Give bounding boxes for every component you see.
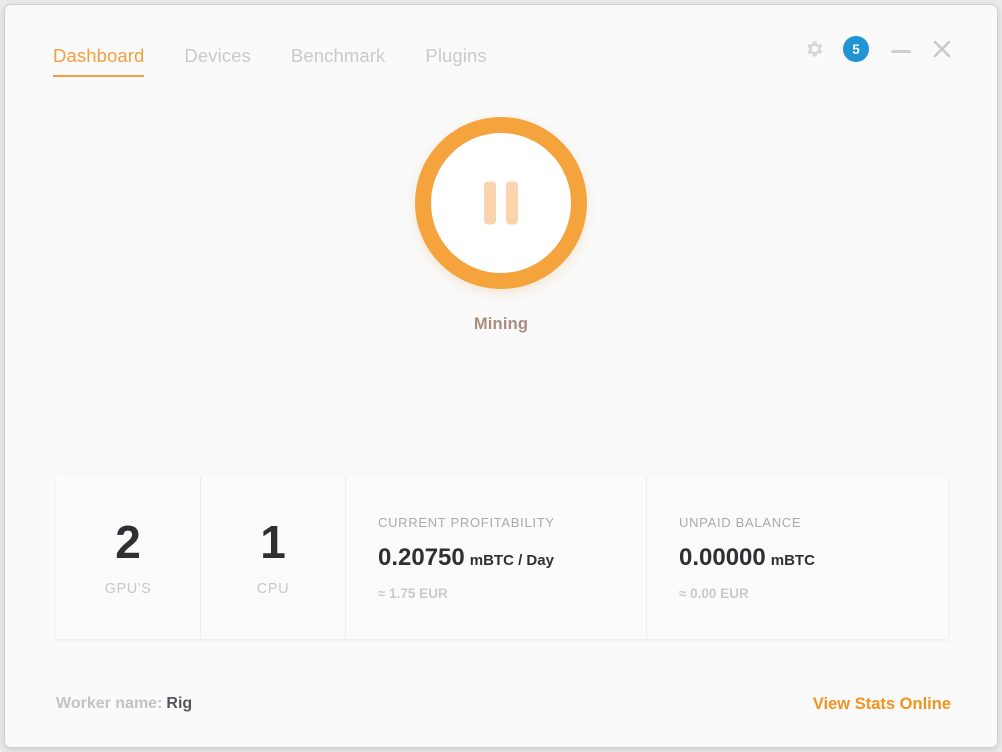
mining-status-label: Mining: [473, 315, 529, 333]
tab-dashboard[interactable]: Dashboard: [53, 45, 145, 77]
stats-panel: 2 GPU'S 1 CPU CURRENT PROFITABILITY 0.20…: [56, 476, 948, 639]
stat-card-unpaid-balance: UNPAID BALANCE 0.00000 mBTC ≈ 0.00 EUR: [647, 476, 948, 639]
pause-icon: [484, 181, 518, 225]
gpu-count-label: GPU'S: [104, 580, 152, 597]
mining-control-area: Mining: [5, 117, 997, 334]
window-controls: 5: [801, 36, 955, 62]
pause-bar-right: [506, 181, 518, 225]
tab-bar: Dashboard Devices Benchmark Plugins: [53, 45, 527, 77]
mining-toggle-button[interactable]: [415, 117, 587, 289]
footer-bar: Worker name: Rig View Stats Online: [5, 695, 997, 719]
app-window: Dashboard Devices Benchmark Plugins 5 Mi…: [4, 4, 998, 748]
tab-benchmark[interactable]: Benchmark: [291, 45, 385, 77]
unpaid-balance-fiat: ≈ 0.00 EUR: [679, 585, 749, 601]
profitability-value: 0.20750: [378, 543, 465, 571]
profitability-fiat: ≈ 1.75 EUR: [378, 585, 448, 601]
minimize-icon[interactable]: [889, 37, 913, 61]
stat-card-profitability: CURRENT PROFITABILITY 0.20750 mBTC / Day …: [346, 476, 647, 639]
stat-card-gpu: 2 GPU'S: [56, 476, 201, 639]
worker-name-label: Worker name:: [56, 695, 163, 712]
cpu-count-value: 1: [260, 515, 286, 568]
pause-bar-left: [484, 181, 496, 225]
profitability-title: CURRENT PROFITABILITY: [378, 514, 555, 530]
unpaid-balance-value: 0.00000: [679, 543, 766, 571]
header-bar: Dashboard Devices Benchmark Plugins 5: [5, 5, 997, 97]
gpu-count-value: 2: [115, 515, 141, 568]
gear-icon[interactable]: [801, 36, 827, 62]
notification-badge[interactable]: 5: [843, 36, 869, 62]
profitability-unit: mBTC / Day: [469, 551, 554, 569]
cpu-count-label: CPU: [256, 580, 290, 597]
view-stats-online-link[interactable]: View Stats Online: [813, 695, 951, 714]
worker-name-value: Rig: [166, 695, 193, 712]
tab-plugins[interactable]: Plugins: [425, 45, 486, 77]
stat-card-cpu: 1 CPU: [201, 476, 346, 639]
profitability-main: 0.20750 mBTC / Day: [378, 544, 646, 572]
close-icon[interactable]: [929, 36, 955, 62]
worker-name: Worker name: Rig: [56, 695, 192, 713]
unpaid-balance-unit: mBTC: [770, 551, 815, 569]
tab-devices[interactable]: Devices: [184, 45, 251, 77]
unpaid-balance-title: UNPAID BALANCE: [679, 514, 802, 530]
unpaid-balance-main: 0.00000 mBTC: [679, 544, 948, 572]
